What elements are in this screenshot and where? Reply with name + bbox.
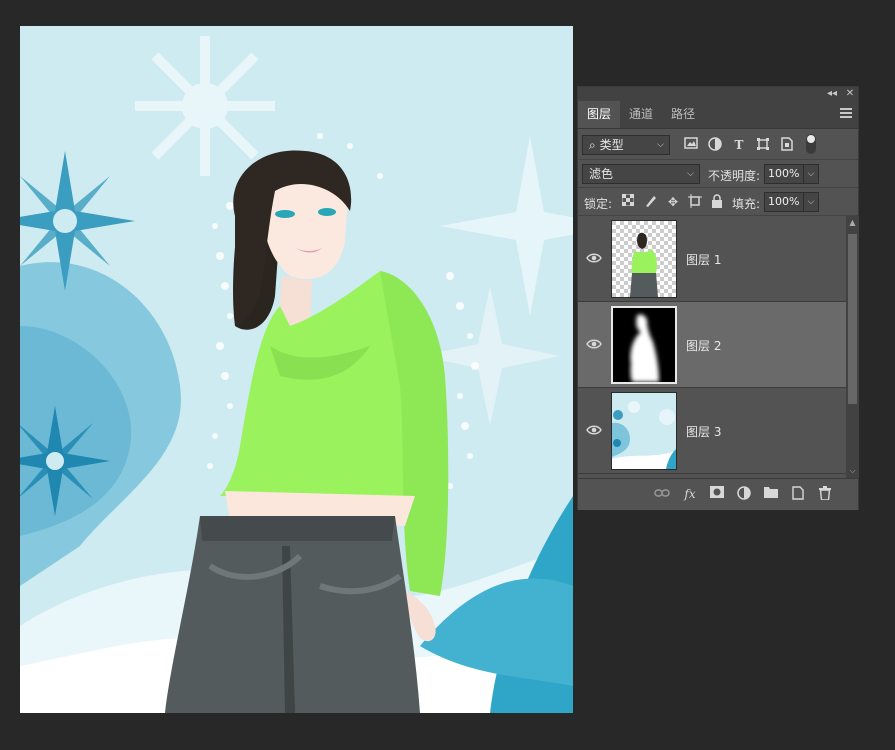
layer-row-2[interactable]: 图层 2	[578, 302, 846, 388]
opacity-dropdown-icon[interactable]: ⌵	[803, 164, 819, 184]
chevron-down-icon: ⌵	[657, 140, 664, 150]
layers-bottom-toolbar: fx	[578, 478, 858, 510]
trash-icon[interactable]	[817, 486, 833, 502]
layer-1-name: 图层 1	[686, 253, 722, 267]
filter-text-icon[interactable]: T	[731, 137, 747, 153]
scroll-up-icon[interactable]: ▲	[846, 218, 859, 228]
panel-tabs: 图层 通道 路径	[578, 101, 858, 129]
adjustment-icon[interactable]	[736, 486, 752, 502]
lock-position-icon[interactable]: ✥	[665, 194, 681, 210]
chevron-down-icon: ⌵	[687, 169, 694, 179]
lock-transparent-pixels-icon[interactable]	[620, 193, 636, 210]
lock-image-pixels-icon[interactable]	[643, 194, 659, 210]
blend-row: 滤色 ⌵ 不透明度: 100% ⌵	[578, 161, 858, 188]
layers-scrollbar[interactable]: ▲ ⌵	[846, 216, 859, 478]
layer-3-name: 图层 3	[686, 425, 722, 439]
layer-2-name: 图层 2	[686, 339, 722, 353]
opacity-label: 不透明度:	[708, 169, 761, 183]
layer-2-thumbnail	[611, 306, 677, 384]
filter-shape-icon[interactable]	[755, 137, 771, 153]
fill-label: 填充:	[732, 197, 761, 211]
scroll-down-icon[interactable]: ⌵	[846, 466, 859, 476]
search-icon: ⌕	[589, 138, 596, 152]
link-icon[interactable]	[654, 486, 670, 502]
lock-label: 锁定:	[584, 197, 613, 211]
filter-toggle-icon[interactable]	[806, 134, 816, 154]
blend-mode-value: 滤色	[589, 167, 614, 181]
lock-row: 锁定: ✥ 填充: 100% ⌵	[578, 189, 858, 216]
layer-3-thumbnail	[611, 392, 677, 470]
mask-icon[interactable]	[709, 486, 725, 502]
lock-all-icon[interactable]	[709, 194, 725, 210]
close-icon[interactable]: ✕	[842, 87, 858, 101]
tab-paths[interactable]: 路径	[662, 101, 704, 128]
canvas-artwork	[20, 26, 573, 713]
new-layer-icon[interactable]	[790, 486, 806, 502]
visibility-eye-icon[interactable]	[586, 252, 602, 264]
blend-mode-select[interactable]: 滤色 ⌵	[582, 164, 700, 184]
layer-row-3[interactable]: 图层 3	[578, 388, 846, 474]
collapse-icon[interactable]: ◂◂	[824, 87, 840, 101]
filter-smart-object-icon[interactable]	[779, 137, 795, 153]
layer-1-thumbnail	[611, 220, 677, 298]
layers-list: 图层 1 图层 2 图层 3	[578, 216, 846, 478]
tab-layers[interactable]: 图层	[578, 101, 621, 128]
document-canvas[interactable]	[20, 26, 573, 713]
folder-icon[interactable]	[763, 486, 779, 502]
visibility-eye-icon[interactable]	[586, 338, 602, 350]
filter-type-select[interactable]: ⌕ 类型 ⌵	[582, 135, 670, 155]
layers-panel: ◂◂ ✕ 图层 通道 路径 ⌕ 类型 ⌵ T 滤色 ⌵ 不透明度: 100% ⌵…	[577, 86, 859, 510]
lock-artboard-icon[interactable]	[687, 194, 703, 210]
fx-icon[interactable]: fx	[682, 486, 698, 502]
tab-channels[interactable]: 通道	[620, 101, 662, 128]
panel-menu-icon[interactable]	[840, 106, 852, 122]
scrollbar-thumb[interactable]	[848, 234, 857, 404]
filter-row: ⌕ 类型 ⌵ T	[578, 129, 858, 160]
filter-image-icon[interactable]	[683, 137, 699, 153]
fill-dropdown-icon[interactable]: ⌵	[803, 192, 819, 212]
fill-input[interactable]: 100%	[764, 192, 804, 212]
layer-row-1[interactable]: 图层 1	[578, 216, 846, 302]
filter-type-label: 类型	[599, 138, 624, 152]
visibility-eye-icon[interactable]	[586, 424, 602, 436]
filter-adjustment-icon[interactable]	[707, 137, 723, 153]
panel-title-bar: ◂◂ ✕	[578, 87, 858, 101]
opacity-input[interactable]: 100%	[764, 164, 804, 184]
